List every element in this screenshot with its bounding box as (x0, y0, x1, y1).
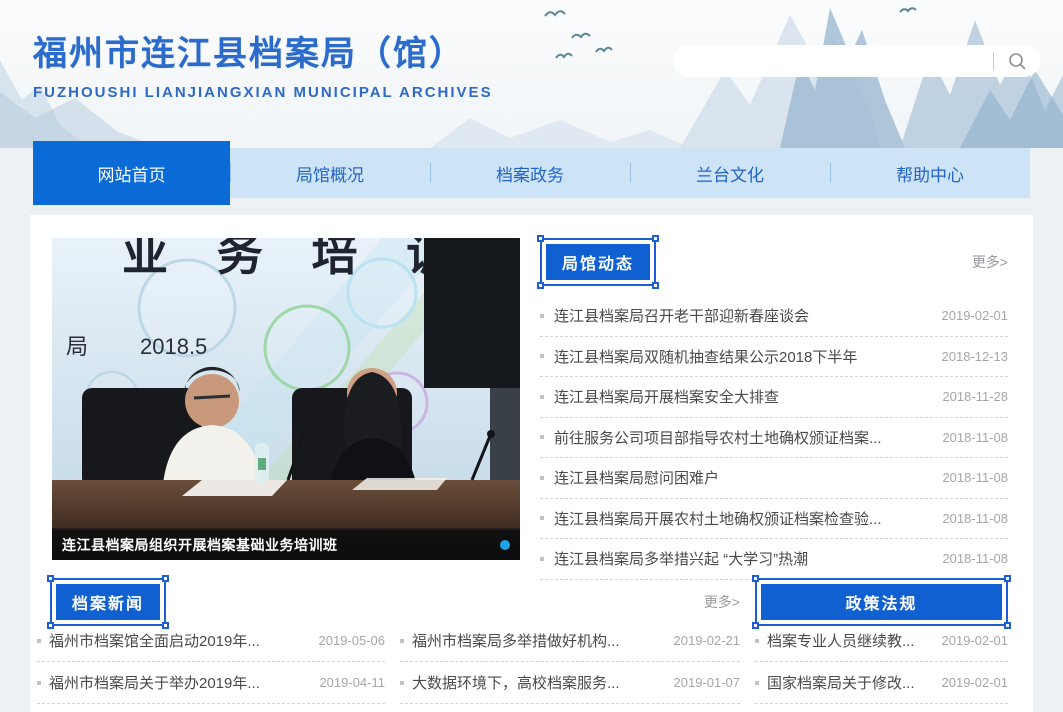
content-card: 业 务 培 训 局 2018.5 连江县档案局组织 (30, 215, 1033, 712)
item-date: 2018-11-28 (942, 389, 1008, 404)
list-item[interactable]: 福州市档案馆全面启动2019年... 2019-05-06 (37, 620, 385, 662)
item-date: 2019-02-01 (942, 308, 1009, 323)
news-column-2: 福州市档案局多举措做好机构... 2019-02-21 大数据环境下，高校档案服… (400, 620, 740, 704)
item-title: 国家档案局关于修改... (767, 672, 934, 693)
list-item[interactable]: 连江县档案局开展档案安全大排查 2018-11-28 (540, 377, 1008, 418)
item-title: 连江县档案局双随机抽查结果公示2018下半年 (554, 346, 932, 367)
slide-left-text: 局 (66, 334, 88, 359)
policy-title: 政策法规 (761, 584, 1002, 620)
list-item[interactable]: 连江县档案局多举措兴起 “大学习”热潮 2018-11-08 (540, 539, 1008, 580)
item-date: 2018-11-08 (942, 470, 1008, 485)
search-bar (673, 45, 1040, 77)
news-carousel[interactable]: 业 务 培 训 局 2018.5 连江县档案局组织 (52, 238, 520, 560)
site-brand: 福州市连江县档案局（馆） FUZHOUSHI LIANJIANGXIAN MUN… (33, 26, 493, 101)
list-item[interactable]: 档案专业人员继续教... 2019-02-01 (755, 620, 1008, 662)
bullet-icon (400, 639, 404, 643)
bullet-icon (37, 639, 41, 643)
item-date: 2019-05-06 (319, 633, 386, 648)
bullet-icon (540, 516, 544, 520)
site-subtitle: FUZHOUSHI LIANJIANGXIAN MUNICIPAL ARCHIV… (33, 84, 493, 101)
bullet-icon (540, 476, 544, 480)
item-date: 2018-11-08 (942, 511, 1008, 526)
item-date: 2018-11-08 (942, 430, 1008, 445)
frame-corner-icon (537, 282, 544, 289)
frame-corner-icon (162, 575, 169, 582)
item-date: 2018-11-08 (942, 551, 1008, 566)
policy-column: 档案专业人员继续教... 2019-02-01 国家档案局关于修改... 201… (755, 620, 1008, 704)
bullet-icon (400, 681, 404, 685)
bullet-icon (540, 354, 544, 358)
item-date: 2019-01-07 (674, 675, 741, 690)
site-header: 福州市连江县档案局（馆） FUZHOUSHI LIANJIANGXIAN MUN… (0, 0, 1063, 148)
item-title: 连江县档案局开展农村土地确权颁证档案检查验... (554, 508, 932, 529)
item-date: 2019-02-01 (942, 675, 1009, 690)
item-title: 连江县档案局开展档案安全大排查 (554, 386, 932, 407)
list-item[interactable]: 连江县档案局双随机抽查结果公示2018下半年 2018-12-13 (540, 337, 1008, 378)
item-date: 2019-02-21 (674, 633, 741, 648)
list-item[interactable]: 国家档案局关于修改... 2019-02-01 (755, 662, 1008, 704)
list-item[interactable]: 连江县档案局慰问困难户 2018-11-08 (540, 458, 1008, 499)
item-date: 2019-02-01 (942, 633, 1009, 648)
list-item[interactable]: 前往服务公司项目部指导农村土地确权颁证档案... 2018-11-08 (540, 418, 1008, 459)
news-more-link[interactable]: 更多> (704, 592, 740, 612)
frame-corner-icon (752, 575, 759, 582)
list-item[interactable]: 大数据环境下，高校档案服务... 2019-01-07 (400, 662, 740, 704)
item-title: 福州市档案局关于举办2019年... (49, 672, 311, 693)
slide-date-text: 2018.5 (140, 334, 207, 359)
frame-corner-icon (652, 235, 659, 242)
frame-corner-icon (652, 282, 659, 289)
section-dynamics: 局馆动态 更多> 连江县档案局召开老干部迎新春座谈会 2019-02-01 连江… (540, 238, 1008, 580)
item-title: 连江县档案局多举措兴起 “大学习”热潮 (554, 548, 932, 569)
bullet-icon (37, 681, 41, 685)
bullet-icon (540, 435, 544, 439)
list-item[interactable]: 连江县档案局开展农村土地确权颁证档案检查验... 2018-11-08 (540, 499, 1008, 540)
section-policy-header: 政策法规 (755, 578, 1008, 626)
list-item[interactable]: 福州市档案局多举措做好机构... 2019-02-21 (400, 620, 740, 662)
item-title: 连江县档案局慰问困难户 (554, 467, 932, 488)
dynamics-list: 连江县档案局召开老干部迎新春座谈会 2019-02-01 连江县档案局双随机抽查… (540, 296, 1008, 580)
frame-corner-icon (47, 575, 54, 582)
carousel-photo: 业 务 培 训 局 2018.5 (52, 238, 520, 560)
item-title: 前往服务公司项目部指导农村土地确权颁证档案... (554, 427, 932, 448)
bullet-icon (540, 314, 544, 318)
carousel-caption-text: 连江县档案局组织开展档案基础业务培训班 (62, 535, 338, 555)
frame-corner-icon (1004, 575, 1011, 582)
item-date: 2018-12-13 (942, 349, 1009, 364)
dynamics-more-link[interactable]: 更多> (972, 252, 1008, 272)
dynamics-header-frame: 局馆动态 (540, 238, 656, 286)
news-title: 档案新闻 (56, 584, 160, 620)
frame-corner-icon (537, 235, 544, 242)
nav-item-home[interactable]: 网站首页 (33, 141, 230, 205)
slide-screen-text: 业 务 培 训 (122, 238, 470, 280)
news-column-1: 福州市档案馆全面启动2019年... 2019-05-06 福州市档案局关于举办… (37, 620, 385, 704)
bullet-icon (755, 639, 759, 643)
item-title: 大数据环境下，高校档案服务... (412, 672, 666, 693)
bullet-icon (540, 395, 544, 399)
news-header-frame: 档案新闻 (50, 578, 166, 626)
nav-item-help-center[interactable]: 帮助中心 (830, 148, 1030, 198)
dynamics-title: 局馆动态 (546, 244, 650, 280)
search-input[interactable] (673, 45, 993, 77)
section-news-header: 档案新闻 更多> (50, 578, 740, 626)
item-title: 连江县档案局召开老干部迎新春座谈会 (554, 305, 932, 326)
item-title: 福州市档案馆全面启动2019年... (49, 630, 311, 651)
bullet-icon (540, 557, 544, 561)
main-nav: 网站首页 局馆概况 档案政务 兰台文化 帮助中心 (33, 148, 1030, 198)
policy-header-frame: 政策法规 (755, 578, 1008, 626)
item-title: 档案专业人员继续教... (767, 630, 934, 651)
item-date: 2019-04-11 (319, 675, 385, 690)
item-title: 福州市档案局多举措做好机构... (412, 630, 666, 651)
list-item[interactable]: 连江县档案局召开老干部迎新春座谈会 2019-02-01 (540, 296, 1008, 337)
site-title: 福州市连江县档案局（馆） (33, 26, 493, 75)
nav-item-archives-affairs[interactable]: 档案政务 (430, 148, 630, 198)
carousel-caption-bar: 连江县档案局组织开展档案基础业务培训班 (52, 530, 520, 560)
nav-item-overview[interactable]: 局馆概况 (230, 148, 430, 198)
search-icon[interactable] (994, 45, 1040, 77)
carousel-dot-indicator[interactable] (500, 540, 510, 550)
bullet-icon (755, 681, 759, 685)
list-item[interactable]: 福州市档案局关于举办2019年... 2019-04-11 (37, 662, 385, 704)
nav-item-lantai-culture[interactable]: 兰台文化 (630, 148, 830, 198)
